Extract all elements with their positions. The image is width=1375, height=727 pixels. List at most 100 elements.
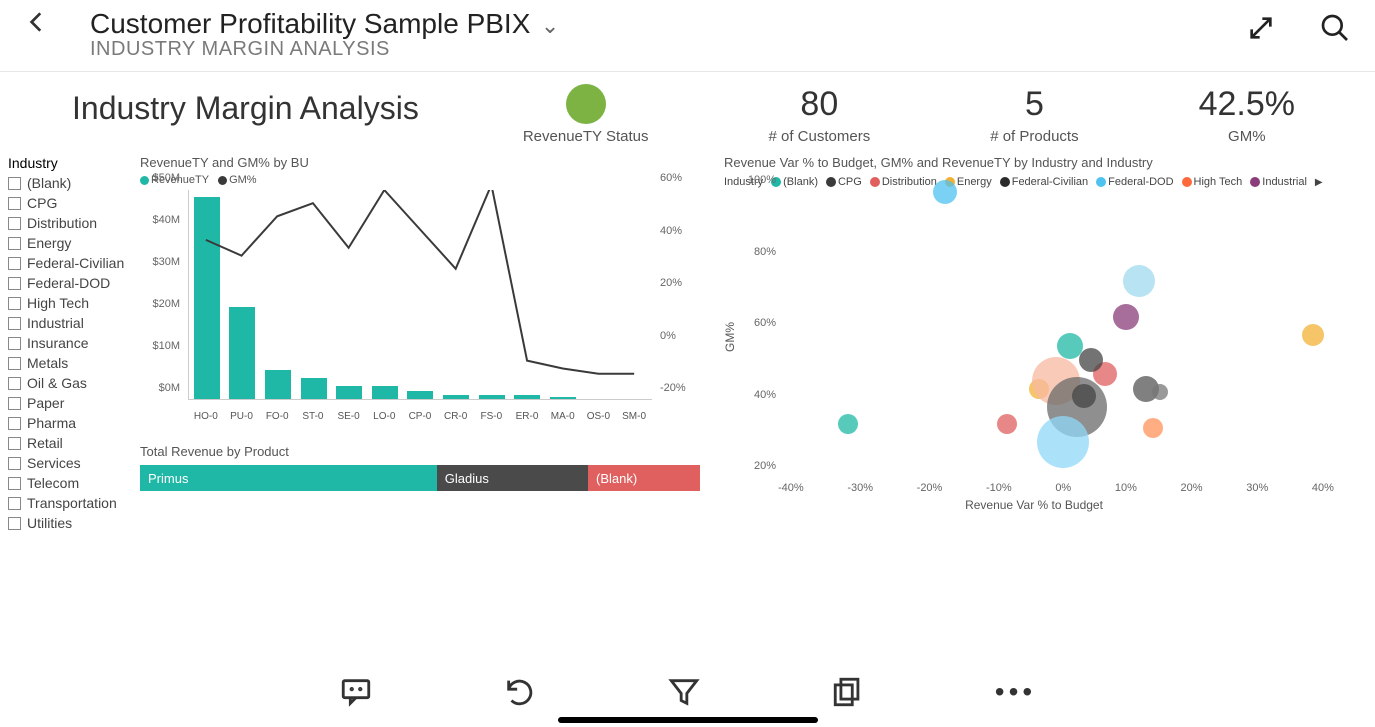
bar[interactable] — [550, 397, 576, 399]
checkbox[interactable] — [8, 357, 21, 370]
slicer-item[interactable]: Pharma — [8, 413, 140, 433]
slicer-item[interactable]: Energy — [8, 233, 140, 253]
page-title: Industry Margin Analysis — [72, 90, 419, 127]
kpi-gm[interactable]: 42.5% GM% — [1199, 85, 1295, 145]
scatter-bubble[interactable] — [1123, 265, 1155, 297]
industry-slicer[interactable]: Industry (Blank)CPGDistributionEnergyFed… — [0, 155, 140, 533]
checkbox[interactable] — [8, 477, 21, 490]
treemap-segment[interactable]: (Blank) — [588, 465, 700, 491]
slicer-item[interactable]: Utilities — [8, 513, 140, 533]
kpi-customers[interactable]: 80 # of Customers — [768, 85, 870, 145]
legend-item[interactable]: High Tech — [1182, 176, 1243, 188]
legend-scroll-right-icon[interactable]: ▶ — [1315, 177, 1323, 188]
bar[interactable] — [229, 307, 255, 399]
checkbox[interactable] — [8, 437, 21, 450]
checkbox[interactable] — [8, 237, 21, 250]
back-button[interactable] — [24, 8, 60, 40]
page-subtitle: INDUSTRY MARGIN ANALYSIS — [90, 38, 559, 61]
slicer-item-label: Industrial — [27, 315, 84, 331]
chevron-down-icon[interactable]: ⌄ — [541, 13, 559, 38]
scatter-bubble[interactable] — [997, 414, 1017, 434]
checkbox[interactable] — [8, 277, 21, 290]
scatter-bubble[interactable] — [933, 180, 957, 204]
expand-icon[interactable] — [1245, 12, 1277, 44]
bar[interactable] — [301, 378, 327, 399]
kpi-products[interactable]: 5 # of Products — [990, 85, 1078, 145]
checkbox[interactable] — [8, 257, 21, 270]
bar[interactable] — [265, 370, 291, 399]
checkbox[interactable] — [8, 197, 21, 210]
filter-icon[interactable] — [667, 675, 701, 709]
x-tick: ER-0 — [514, 411, 540, 422]
slicer-item-label: Federal-DOD — [27, 275, 110, 291]
scatter-bubble[interactable] — [1302, 324, 1324, 346]
slicer-item[interactable]: Oil & Gas — [8, 373, 140, 393]
checkbox[interactable] — [8, 217, 21, 230]
x-tick: 40% — [1312, 482, 1334, 494]
slicer-item[interactable]: Services — [8, 453, 140, 473]
more-icon[interactable]: ••• — [995, 675, 1036, 709]
copy-icon[interactable] — [831, 675, 865, 709]
bar[interactable] — [479, 395, 505, 399]
kpi-revenue-status[interactable]: RevenueTY Status — [523, 84, 649, 145]
bar[interactable] — [372, 386, 398, 399]
legend-item[interactable]: CPG — [826, 176, 862, 188]
checkbox[interactable] — [8, 177, 21, 190]
slicer-item[interactable]: Paper — [8, 393, 140, 413]
checkbox[interactable] — [8, 497, 21, 510]
comment-icon[interactable] — [339, 675, 373, 709]
slicer-item[interactable]: Distribution — [8, 213, 140, 233]
bar[interactable] — [336, 386, 362, 399]
treemap-segment[interactable]: Gladius — [437, 465, 588, 491]
checkbox[interactable] — [8, 457, 21, 470]
legend-item[interactable]: Federal-DOD — [1096, 176, 1173, 188]
scatter-bubble[interactable] — [1152, 384, 1168, 400]
checkbox[interactable] — [8, 377, 21, 390]
scatter-bubble[interactable] — [1037, 416, 1089, 468]
checkbox[interactable] — [8, 317, 21, 330]
slicer-item[interactable]: (Blank) — [8, 173, 140, 193]
slicer-item-label: Distribution — [27, 215, 97, 231]
scatter-chart[interactable]: GM% 20%40%60%80%100% -40%-30%-20%-10%0%1… — [724, 192, 1344, 512]
slicer-item[interactable]: Retail — [8, 433, 140, 453]
slicer-item[interactable]: CPG — [8, 193, 140, 213]
bar[interactable] — [194, 197, 220, 399]
checkbox[interactable] — [8, 297, 21, 310]
checkbox[interactable] — [8, 397, 21, 410]
legend-item[interactable]: Industrial — [1250, 176, 1307, 188]
slicer-item-label: Oil & Gas — [27, 375, 87, 391]
bar-chart[interactable]: $0M$10M$20M$30M$40M$50M -20%0%20%40%60% … — [140, 190, 700, 430]
checkbox[interactable] — [8, 517, 21, 530]
slicer-item[interactable]: High Tech — [8, 293, 140, 313]
legend-dot-gm — [218, 176, 227, 185]
treemap-segment[interactable]: Primus — [140, 465, 437, 491]
undo-icon[interactable] — [503, 675, 537, 709]
scatter-bubble[interactable] — [1079, 348, 1103, 372]
slicer-item[interactable]: Metals — [8, 353, 140, 373]
slicer-item[interactable]: Telecom — [8, 473, 140, 493]
slicer-item[interactable]: Insurance — [8, 333, 140, 353]
x-tick: PU-0 — [229, 411, 255, 422]
scatter-bubble[interactable] — [1143, 418, 1163, 438]
slicer-item[interactable]: Federal-DOD — [8, 273, 140, 293]
legend-item[interactable]: Distribution — [870, 176, 937, 188]
scatter-bubble[interactable] — [1072, 384, 1096, 408]
x-tick: -20% — [917, 482, 943, 494]
report-title[interactable]: Customer Profitability Sample PBIX — [90, 8, 530, 40]
scatter-bubble[interactable] — [838, 414, 858, 434]
scatter-title: Revenue Var % to Budget, GM% and Revenue… — [724, 155, 1375, 170]
legend-item[interactable]: Federal-Civilian — [1000, 176, 1088, 188]
scatter-bubble[interactable] — [1113, 304, 1139, 330]
search-icon[interactable] — [1319, 12, 1351, 44]
slicer-item[interactable]: Transportation — [8, 493, 140, 513]
checkbox[interactable] — [8, 337, 21, 350]
treemap-chart[interactable]: PrimusGladius(Blank) — [140, 465, 700, 491]
slicer-item-label: Federal-Civilian — [27, 255, 124, 271]
bar[interactable] — [407, 391, 433, 399]
slicer-item[interactable]: Federal-Civilian — [8, 253, 140, 273]
checkbox[interactable] — [8, 417, 21, 430]
bar[interactable] — [443, 395, 469, 399]
slicer-item[interactable]: Industrial — [8, 313, 140, 333]
bar[interactable] — [514, 395, 540, 399]
legend-item[interactable]: (Blank) — [771, 176, 818, 188]
